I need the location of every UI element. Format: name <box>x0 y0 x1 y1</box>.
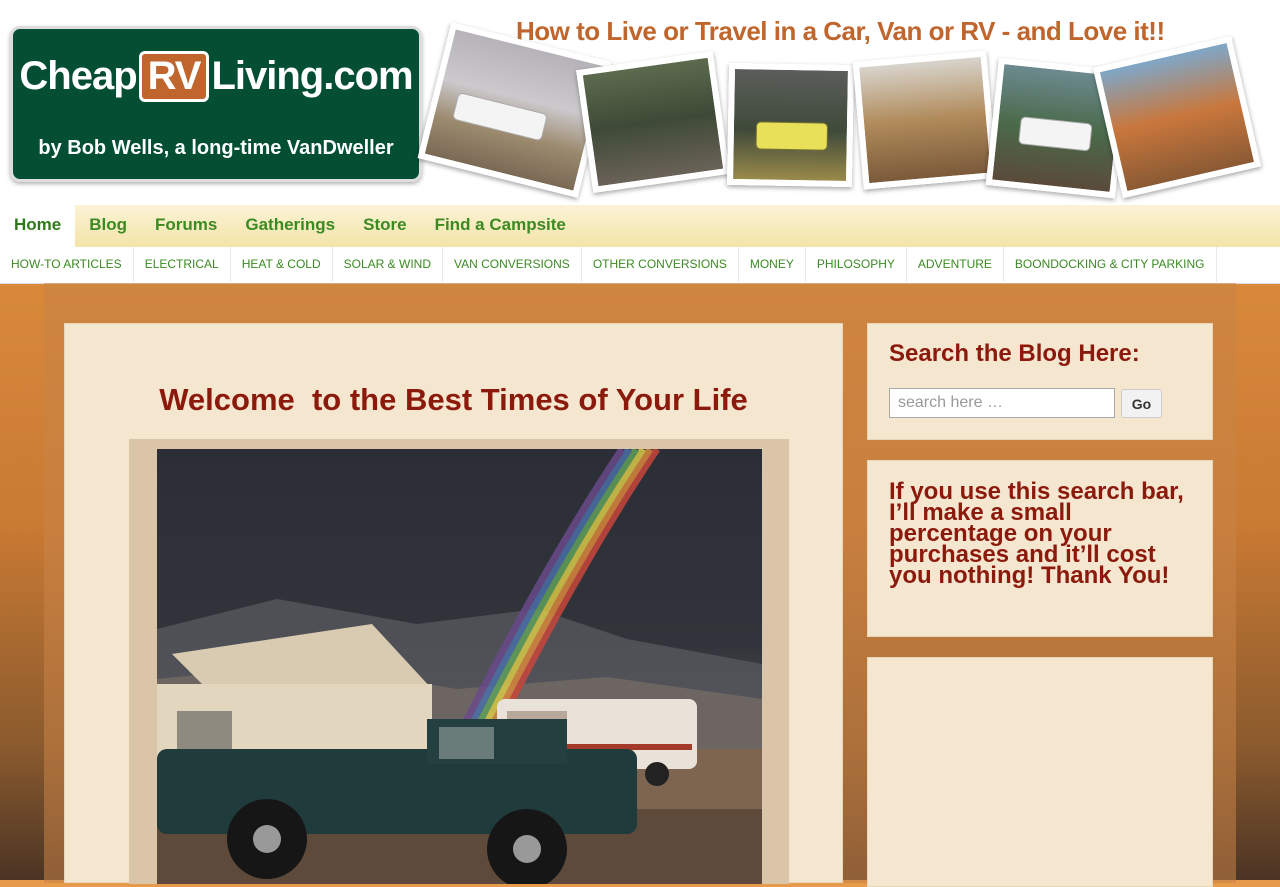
nav-gatherings[interactable]: Gatherings <box>231 205 349 247</box>
header-photo-yellow-van <box>726 62 855 188</box>
logo-wordmark: Cheap RV Living.com <box>13 51 419 102</box>
category-other-conversions[interactable]: OTHER CONVERSIONS <box>582 247 739 282</box>
category-philosophy[interactable]: PHILOSOPHY <box>806 247 907 282</box>
category-nav: HOW-TO ARTICLES ELECTRICAL HEAT & COLD S… <box>0 247 1280 284</box>
header-photo-campfire <box>576 51 730 193</box>
nav-forums[interactable]: Forums <box>141 205 231 247</box>
nav-find-a-campsite[interactable]: Find a Campsite <box>421 205 580 247</box>
nav-blog[interactable]: Blog <box>75 205 141 247</box>
page-title: Welcome to the Best Times of Your Life <box>159 382 748 417</box>
search-go-button[interactable]: Go <box>1121 389 1162 418</box>
sidebar-widget-empty <box>867 657 1213 887</box>
nav-home[interactable]: Home <box>0 205 76 247</box>
affiliate-notice-widget: If you use this search bar, I’ll make a … <box>867 460 1213 637</box>
van-graphic <box>1018 116 1093 152</box>
category-money[interactable]: MONEY <box>739 247 806 282</box>
site-header: Cheap RV Living.com by Bob Wells, a long-t… <box>0 0 1280 205</box>
logo-byline: by Bob Wells, a long-time VanDweller <box>38 137 394 159</box>
site-tagline: How to Live or Travel in a Car, Van or R… <box>516 16 1165 46</box>
hero-photo <box>157 449 762 884</box>
search-widget-title: Search the Blog Here: <box>889 340 1140 367</box>
category-how-to-articles[interactable]: HOW-TO ARTICLES <box>0 247 134 282</box>
site-logo[interactable]: Cheap RV Living.com by Bob Wells, a long-t… <box>10 26 422 182</box>
van-graphic <box>755 121 829 151</box>
hero-photo-frame <box>129 439 789 884</box>
main-nav: Home Blog Forums Gatherings Store Find a… <box>0 205 1280 248</box>
header-photo-red-rocks <box>1092 35 1262 199</box>
category-solar-wind[interactable]: SOLAR & WIND <box>333 247 444 282</box>
category-van-conversions[interactable]: VAN CONVERSIONS <box>443 247 582 282</box>
van-graphic <box>451 91 548 142</box>
header-photo-van-interior <box>852 50 998 190</box>
category-electrical[interactable]: ELECTRICAL <box>134 247 231 282</box>
category-heat-cold[interactable]: HEAT & COLD <box>231 247 333 282</box>
category-adventure[interactable]: ADVENTURE <box>907 247 1004 282</box>
search-widget: Search the Blog Here: Go <box>867 323 1213 440</box>
affiliate-notice-text: If you use this search bar, I’ll make a … <box>889 478 1184 589</box>
nav-store[interactable]: Store <box>349 205 420 247</box>
main-content: Welcome to the Best Times of Your Life <box>64 323 843 884</box>
hero-illustration <box>157 449 762 884</box>
category-boondocking[interactable]: BOONDOCKING & CITY PARKING <box>1004 247 1217 282</box>
search-input[interactable] <box>889 388 1115 418</box>
